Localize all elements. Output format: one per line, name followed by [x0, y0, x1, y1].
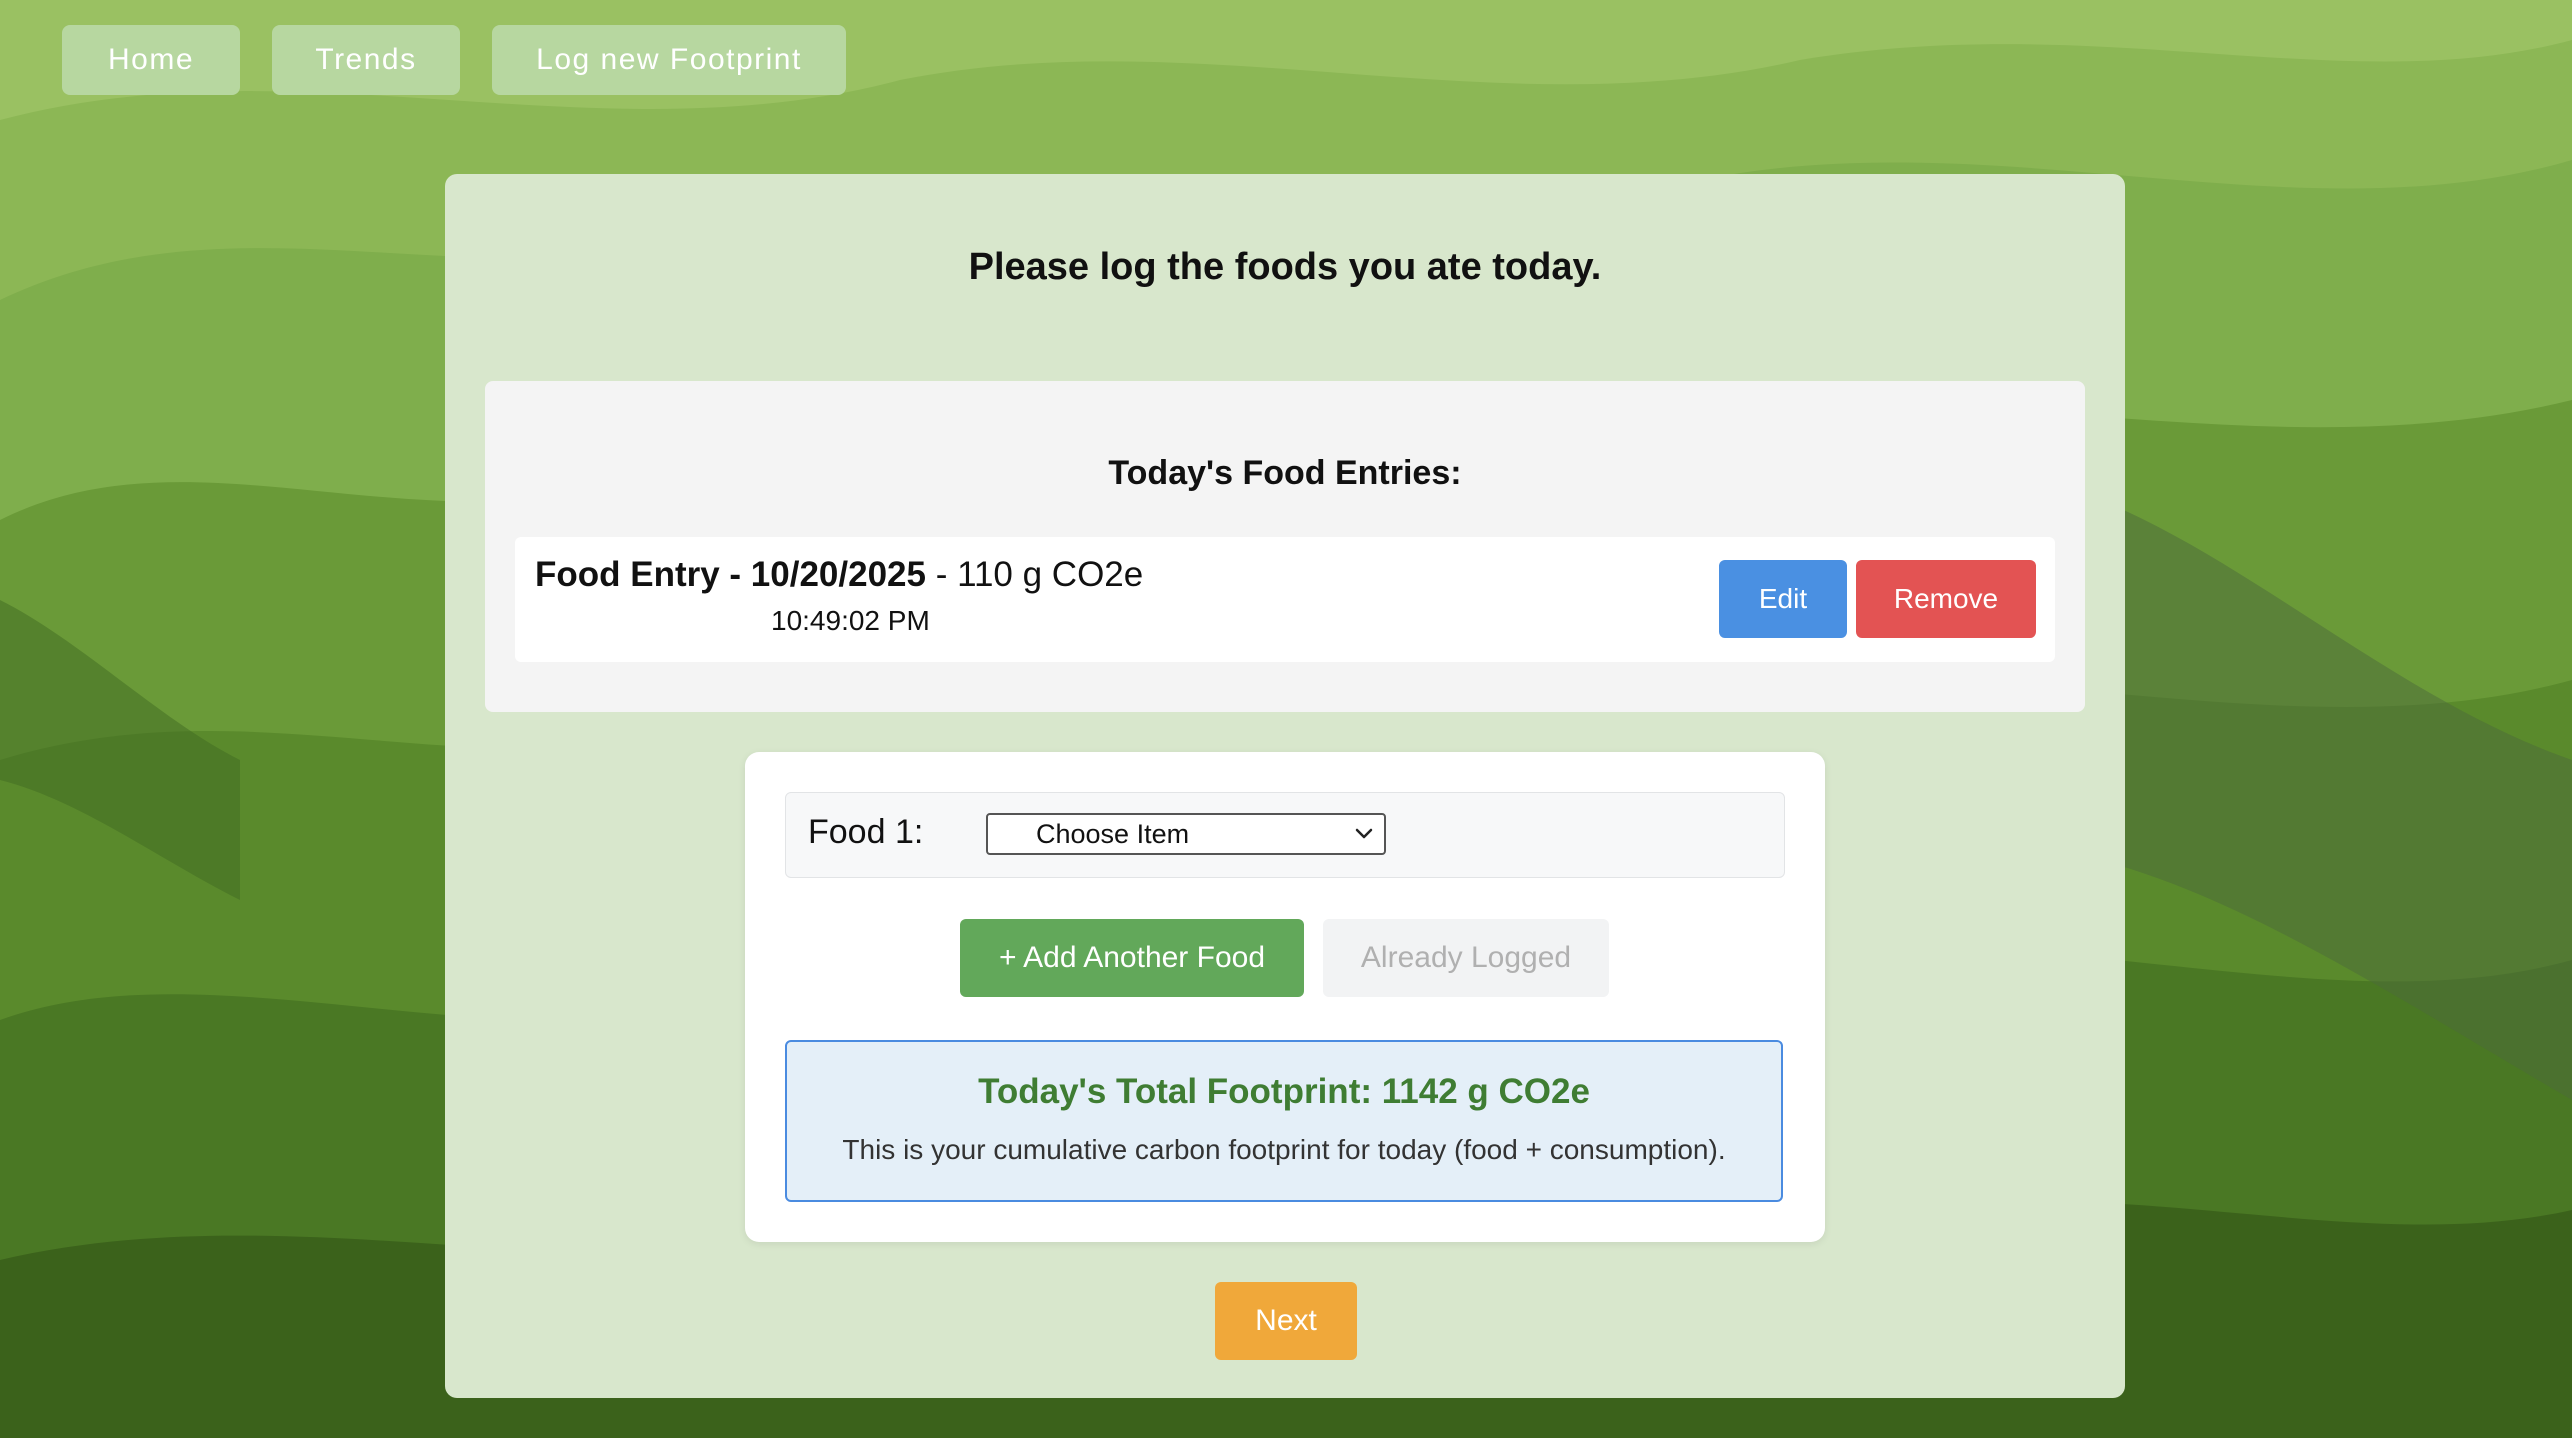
food-select[interactable]: Choose Item: [986, 813, 1386, 855]
food-select-value: Choose Item: [1036, 819, 1190, 849]
top-nav: Home Trends Log new Footprint: [62, 25, 846, 95]
nav-trends-button[interactable]: Trends: [272, 25, 460, 95]
food-entries-panel: Today's Food Entries: Food Entry - 10/20…: [485, 381, 2085, 712]
food-input-row: Food 1: Choose Item: [785, 792, 1785, 878]
food-label: Food 1:: [808, 813, 924, 851]
already-logged-button[interactable]: Already Logged: [1323, 919, 1609, 997]
page-prompt: Please log the foods you ate today.: [968, 246, 1602, 288]
chevron-down-icon: [1355, 828, 1373, 839]
entry-title: Food Entry - 10/20/2025 - 110 g CO2e: [535, 555, 1143, 595]
main-panel: Please log the foods you ate today. Toda…: [445, 174, 2125, 1398]
entry-time: 10:49:02 PM: [771, 605, 930, 636]
entry-footprint: - 110 g CO2e: [925, 555, 1144, 594]
entry-title-date: Food Entry - 10/20/2025: [535, 555, 926, 594]
next-button[interactable]: Next: [1215, 1282, 1357, 1360]
food-log-form: Food 1: Choose Item + Add Another Food A…: [745, 752, 1825, 1242]
remove-entry-button[interactable]: Remove: [1856, 560, 2036, 638]
total-footprint-box: Today's Total Footprint: 1142 g CO2e Thi…: [785, 1040, 1783, 1202]
add-another-food-button[interactable]: + Add Another Food: [960, 919, 1304, 997]
total-footprint-description: This is your cumulative carbon footprint…: [842, 1134, 1726, 1165]
total-footprint-title: Today's Total Footprint: 1142 g CO2e: [978, 1072, 1590, 1111]
entries-heading: Today's Food Entries:: [1108, 454, 1462, 492]
edit-entry-button[interactable]: Edit: [1719, 560, 1847, 638]
food-entry-row: Food Entry - 10/20/2025 - 110 g CO2e 10:…: [515, 537, 2055, 662]
nav-home-button[interactable]: Home: [62, 25, 240, 95]
nav-log-footprint-button[interactable]: Log new Footprint: [492, 25, 846, 95]
